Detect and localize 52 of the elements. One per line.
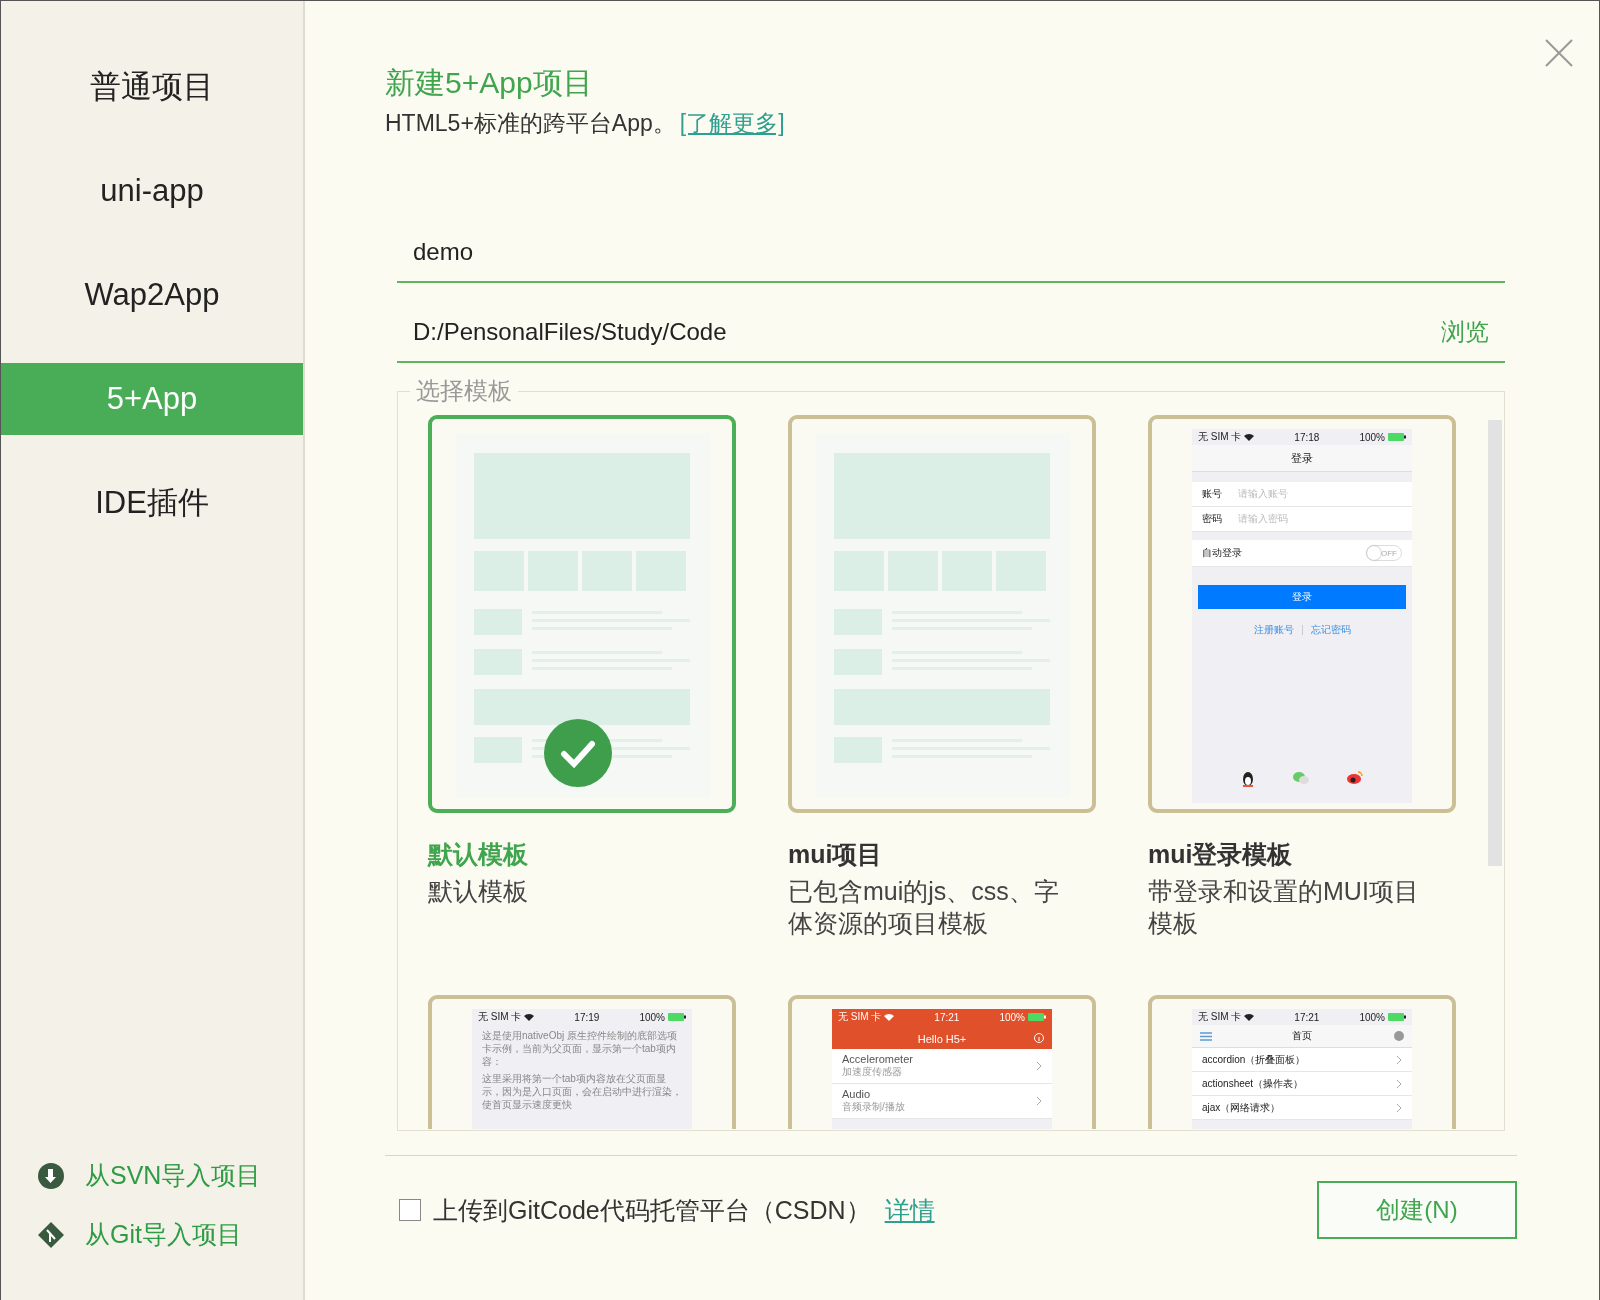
battery-text: 100% bbox=[999, 1011, 1025, 1023]
list-item: ajax（网络请求） bbox=[1202, 1100, 1282, 1115]
path-field[interactable]: D:/PensonalFiles/Study/Code bbox=[397, 312, 1441, 352]
sidebar-item[interactable]: 普通项目 bbox=[1, 51, 303, 123]
battery-text: 100% bbox=[639, 1011, 665, 1023]
time-text: 17:19 bbox=[574, 1011, 600, 1023]
checkbox-label: 上传到GitCode代码托管平台（CSDN） bbox=[433, 1194, 871, 1226]
list-subtitle: 加速度传感器 bbox=[842, 1065, 903, 1079]
screen-title: 登录 bbox=[1291, 450, 1313, 466]
time-text: 17:21 bbox=[934, 1011, 960, 1023]
template-title: mui登录模板 bbox=[1148, 839, 1294, 870]
template-title: mui项目 bbox=[788, 839, 884, 870]
template-card[interactable]: 无 SIM 卡 17:18 100% 登录 账号 请输入账号 密码 请输入密码 自动登录 OFF 登录 注册账号 忘记密码 bbox=[1148, 415, 1456, 813]
list-subtitle: 音频录制/播放 bbox=[842, 1100, 906, 1114]
group-legend: 选择模板 bbox=[410, 379, 518, 403]
field-label: 账号 bbox=[1202, 487, 1222, 501]
paragraph: 这里采用将第一个tab项内容放在父页面显示，因为是入口页面，会在启动中进行渲染，使首页显示速度更快 bbox=[481, 1072, 683, 1111]
subtitle: HTML5+标准的跨平台App。 bbox=[385, 109, 676, 138]
list-title: Accelerometer bbox=[842, 1053, 914, 1065]
carrier-text: 无 SIM 卡 bbox=[1198, 430, 1242, 444]
time-text: 17:18 bbox=[1294, 431, 1320, 443]
toggle-label: 自动登录 bbox=[1202, 546, 1242, 560]
login-button: 登录 bbox=[1198, 585, 1406, 609]
template-description: 带登录和设置的MUI项目模板 bbox=[1148, 876, 1420, 939]
carrier-text: 无 SIM 卡 bbox=[1198, 1010, 1242, 1024]
list-item: actionsheet（操作表） bbox=[1202, 1076, 1305, 1091]
input-field: 请输入账号 bbox=[1238, 487, 1288, 501]
carrier-text: 无 SIM 卡 bbox=[478, 1010, 522, 1024]
template-card[interactable]: 无 SIM 卡 17:21 100% Hello H5+ Accelerometer 加速度传感器 Audio 音频录制/播放 bbox=[788, 995, 1096, 1129]
link: 忘记密码 bbox=[1310, 623, 1351, 637]
time-text: 17:21 bbox=[1294, 1011, 1320, 1023]
screen-title: Hello H5+ bbox=[917, 1033, 967, 1045]
battery-text: 100% bbox=[1359, 431, 1385, 443]
list-item: accordion（折叠面板） bbox=[1202, 1052, 1307, 1067]
template-card[interactable]: 无 SIM 卡 17:21 100% 首页 accordion（折叠面板） actionsheet（操作表） ajax（网络请求） bbox=[1148, 995, 1456, 1129]
template-description: 默认模板 bbox=[428, 876, 529, 907]
battery-text: 100% bbox=[1359, 1011, 1385, 1023]
template-title: 默认模板 bbox=[428, 839, 529, 870]
template-description: 已包含mui的js、css、字体资源的项目模板 bbox=[788, 876, 1060, 939]
link: 注册账号 bbox=[1253, 623, 1294, 637]
field-label: 密码 bbox=[1202, 512, 1222, 526]
carrier-text: 无 SIM 卡 bbox=[838, 1010, 882, 1024]
input-field: 请输入密码 bbox=[1238, 512, 1288, 526]
sidebar-item[interactable]: uni-app bbox=[1, 155, 303, 227]
name-field[interactable]: demo bbox=[397, 232, 1505, 272]
dialog-title: 新建5+App项目 bbox=[385, 65, 594, 101]
template-card[interactable]: 无 SIM 卡 17:19 100% 这是使用nativeObj 原生控件绘制的底部选项卡示例，当前为父页面，显示第一个tab项内容： 这里采用将第一个tab项内容放在父页面显示，因为是入口页面，会在启动中进行渲染，使首页显示速度更快 bbox=[428, 995, 736, 1129]
list-title: Audio bbox=[842, 1088, 872, 1100]
paragraph: 这是使用nativeObj 原生控件绘制的底部选项卡示例，当前为父页面，显示第一个tab项内容： bbox=[481, 1029, 679, 1068]
sidebar-item[interactable]: IDE插件 bbox=[1, 467, 303, 539]
sidebar-item[interactable]: Wap2App bbox=[1, 259, 303, 331]
screen-title: 首页 bbox=[1292, 1029, 1312, 1043]
